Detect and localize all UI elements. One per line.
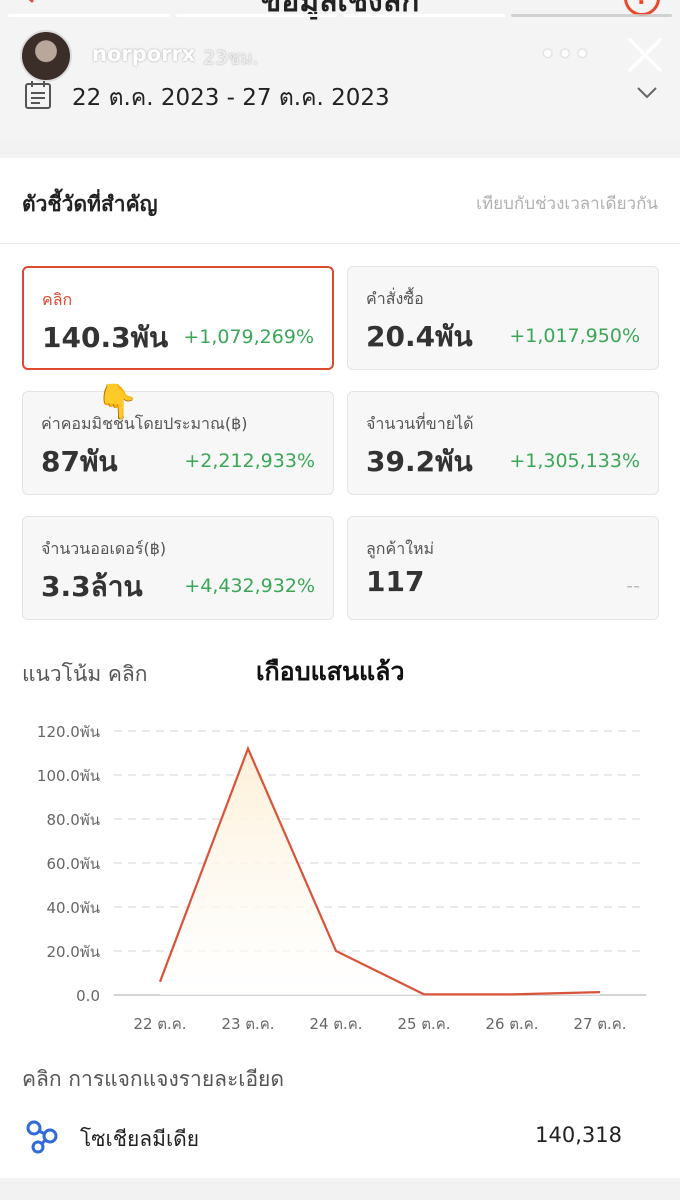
key-metrics-header: ตัวชี้วัดที่สำคัญ เทียบกับช่วงเวลาเดียวก… xyxy=(0,158,680,244)
pointing-down-emoji: 👇 xyxy=(96,382,139,422)
metric-label: คลิก xyxy=(42,290,73,309)
metric-value: 87พัน xyxy=(41,445,118,478)
key-metrics-title: ตัวชี้วัดที่สำคัญ xyxy=(22,192,158,216)
breakdown-row-label[interactable]: โซเชียลมีเดีย xyxy=(80,1123,199,1156)
metric-delta: -- xyxy=(626,575,640,597)
story-time: 23ชม. xyxy=(203,47,259,69)
more-icon[interactable]: ••• xyxy=(540,40,592,70)
x-tick-label: 25 ต.ค. xyxy=(397,1015,450,1033)
metric-delta: +1,017,950% xyxy=(509,325,640,347)
x-tick-label: 27 ต.ค. xyxy=(573,1015,626,1033)
metric-label: จำนวนออเดอร์(฿) xyxy=(41,539,167,558)
y-tick-label: 60.0พัน xyxy=(46,855,100,873)
compare-toggle[interactable]: เทียบกับช่วงเวลาเดียวกัน xyxy=(476,190,658,217)
metric-value: 39.2พัน xyxy=(366,445,473,478)
area-fill xyxy=(160,748,600,995)
trend-title: แนวโน้ม คลิก xyxy=(22,662,148,686)
metric-delta: +1,305,133% xyxy=(509,450,640,472)
y-tick-label: 20.0พัน xyxy=(46,943,100,961)
metric-label: จำนวนที่ขายได้ xyxy=(366,414,474,433)
metric-value: 20.4พัน xyxy=(366,320,473,353)
x-tick-label: 23 ต.ค. xyxy=(221,1015,274,1033)
metric-delta: +4,432,932% xyxy=(184,575,315,597)
metric-value: 117 xyxy=(366,565,425,598)
breakdown-title: คลิก การแจกแจงรายละเอียด xyxy=(22,1067,284,1091)
metric-card-new-customers[interactable]: ลูกค้าใหม่ 117 -- xyxy=(347,516,659,620)
breakdown-row-value: 140,318 xyxy=(535,1123,622,1147)
metric-card-clicks[interactable]: คลิก 140.3พัน +1,079,269% xyxy=(22,266,334,370)
metric-value: 3.3ล้าน xyxy=(41,570,143,603)
calendar-icon[interactable] xyxy=(24,80,52,110)
chevron-down-icon[interactable] xyxy=(636,86,658,100)
x-tick-label: 24 ต.ค. xyxy=(309,1015,362,1033)
insights-panel: ตัวชี้วัดที่สำคัญ เทียบกับช่วงเวลาเดียวก… xyxy=(0,158,680,1178)
clicks-trend-chart: 0.0 20.0พัน 40.0พัน 60.0พัน 80.0พัน 100.0พัน 1… xyxy=(37,723,646,1033)
close-icon[interactable] xyxy=(626,36,664,74)
metric-card-items-sold[interactable]: จำนวนที่ขายได้ 39.2พัน +1,305,133% xyxy=(347,391,659,495)
y-tick-label: 0.0 xyxy=(76,987,100,1005)
avatar[interactable] xyxy=(20,30,72,82)
metric-value: 140.3พัน xyxy=(42,321,169,354)
x-tick-label: 22 ต.ค. xyxy=(133,1015,186,1033)
metric-card-order-value[interactable]: จำนวนออเดอร์(฿) 3.3ล้าน +4,432,932% xyxy=(22,516,334,620)
metric-label: ลูกค้าใหม่ xyxy=(366,539,435,558)
metric-card-commission[interactable]: ค่าคอมมิชชันโดยประมาณ(฿) 87พัน +2,212,93… xyxy=(22,391,334,495)
page-title: ข้อมูลเชิงลึก xyxy=(260,0,420,19)
story-progress xyxy=(8,14,672,17)
y-tick-label: 40.0พัน xyxy=(46,899,100,917)
date-range[interactable]: 22 ต.ค. 2023 - 27 ต.ค. 2023 xyxy=(72,80,390,116)
x-tick-label: 26 ต.ค. xyxy=(485,1015,538,1033)
y-tick-label: 80.0พัน xyxy=(46,811,100,829)
metric-delta: +1,079,269% xyxy=(183,326,314,348)
metric-delta: +2,212,933% xyxy=(184,450,315,472)
story-username[interactable]: norporrx xyxy=(92,42,195,66)
header-bar: ข้อมูลเชิงลึก ? norporrx 23ชม. ••• 22 ต.… xyxy=(0,0,680,140)
y-tick-label: 100.0พัน xyxy=(37,767,100,785)
story-caption: เกือบแสนแล้ว xyxy=(256,657,405,686)
y-tick-label: 120.0พัน xyxy=(37,723,100,741)
metric-label: คำสั่งซื้อ xyxy=(366,289,424,308)
share-network-icon xyxy=(26,1120,58,1154)
metric-label: ค่าคอมมิชชันโดยประมาณ(฿) xyxy=(41,414,248,433)
metric-card-orders[interactable]: คำสั่งซื้อ 20.4พัน +1,017,950% xyxy=(347,266,659,370)
